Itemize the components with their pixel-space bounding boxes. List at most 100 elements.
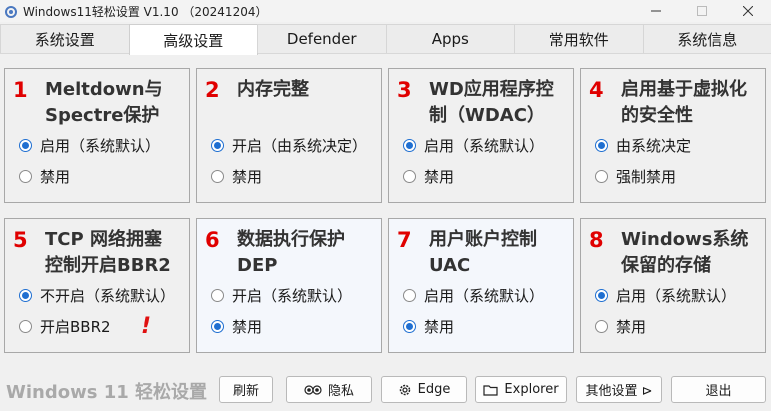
exit-button[interactable]: 退出 (671, 376, 766, 403)
radio-option-enable[interactable]: 开启（系统默认） (211, 285, 352, 306)
card-reserved-storage: 8 Windows系统 保留的存储 启用（系统默认） 禁用 (580, 218, 766, 353)
card-title-line1: Meltdown与 (45, 79, 163, 100)
privacy-button[interactable]: 隐私 (286, 376, 372, 403)
window-title: Windows11轻松设置 V1.10 （20241204） (23, 4, 268, 19)
folder-icon (483, 384, 499, 396)
radio-button[interactable] (211, 289, 224, 302)
card-title-line1: 用户账户控制 (429, 229, 537, 250)
radio-option-force-disable[interactable]: 强制禁用 (595, 166, 676, 187)
maximize-icon (697, 6, 707, 16)
option-label: 禁用 (424, 318, 455, 336)
card-uac: 7 用户账户控制 UAC 启用（系统默认） 禁用 (388, 218, 574, 353)
tab-system-settings[interactable]: 系统设置 (0, 24, 130, 53)
card-title-line2: Spectre保护 (45, 105, 160, 126)
radio-button[interactable] (595, 139, 608, 152)
minimize-icon (651, 10, 661, 12)
close-button[interactable] (725, 0, 771, 22)
other-settings-button[interactable]: 其他设置 ⊳ (576, 376, 662, 403)
radio-option-disable[interactable]: 禁用 (211, 316, 262, 337)
radio-option-disable[interactable]: 禁用 (403, 316, 454, 337)
option-label: 禁用 (616, 318, 647, 336)
radio-button[interactable] (403, 320, 416, 333)
radio-option-enable[interactable]: 启用（系统默认） (403, 135, 544, 156)
card-number: 3 (397, 78, 412, 102)
radio-option-disable[interactable]: 禁用 (595, 316, 646, 337)
radio-option-enable[interactable]: 启用（系统默认） (403, 285, 544, 306)
option-label: 由系统决定 (616, 137, 692, 155)
radio-option-system-decide[interactable]: 由系统决定 (595, 135, 691, 156)
radio-button[interactable] (403, 139, 416, 152)
tab-apps[interactable]: Apps (385, 24, 515, 53)
card-title-line2: 的安全性 (621, 105, 693, 126)
option-label: 启用（系统默认） (424, 137, 545, 155)
card-number: 8 (589, 228, 604, 252)
card-number: 2 (205, 78, 220, 102)
card-meltdown-spectre: 1 Meltdown与 Spectre保护 启用（系统默认） 禁用 (4, 68, 190, 203)
tab-advanced-settings[interactable]: 高级设置 (128, 24, 258, 55)
radio-option-bbr2[interactable]: 开启BBR2 (19, 316, 111, 337)
card-title-line2: UAC (429, 255, 471, 276)
card-title-line1: 启用基于虚拟化 (621, 79, 747, 100)
option-label: 禁用 (232, 318, 263, 336)
radio-button[interactable] (211, 139, 224, 152)
radio-button[interactable] (19, 139, 32, 152)
warning-icon: ! (141, 314, 152, 339)
option-label: 开启（由系统决定） (232, 137, 368, 155)
card-number: 5 (13, 228, 28, 252)
title-bar: Windows11轻松设置 V1.10 （20241204） (0, 0, 771, 22)
card-title-line2: 制（WDAC） (429, 105, 545, 126)
radio-button[interactable] (595, 170, 608, 183)
option-label: 禁用 (232, 168, 263, 186)
option-label: 不开启（系统默认） (40, 287, 176, 305)
radio-option-enable[interactable]: 开启（由系统决定） (211, 135, 367, 156)
radio-button[interactable] (211, 170, 224, 183)
card-title-line2: 保留的存储 (621, 255, 711, 276)
radio-button[interactable] (595, 289, 608, 302)
explorer-button[interactable]: Explorer (475, 376, 567, 403)
radio-button[interactable] (211, 320, 224, 333)
tab-defender[interactable]: Defender (257, 24, 387, 53)
tab-bar: 系统设置 高级设置 Defender Apps 常用软件 系统信息 (0, 24, 771, 55)
radio-button[interactable] (19, 289, 32, 302)
minimize-button[interactable] (633, 0, 679, 22)
eyes-icon (304, 384, 322, 396)
radio-option-disable[interactable]: 禁用 (19, 166, 70, 187)
option-label: 启用（系统默认） (40, 137, 161, 155)
card-dep: 6 数据执行保护 DEP 开启（系统默认） 禁用 (196, 218, 382, 353)
option-label: 禁用 (424, 168, 455, 186)
refresh-button[interactable]: 刷新 (219, 376, 273, 403)
radio-option-default[interactable]: 不开启（系统默认） (19, 285, 175, 306)
close-icon (743, 6, 753, 16)
card-vbs: 4 启用基于虚拟化 的安全性 由系统决定 强制禁用 (580, 68, 766, 203)
card-title-line2: 控制开启BBR2 (45, 255, 171, 276)
refresh-label: 刷新 (232, 384, 259, 399)
card-title-line1: 内存完整 (237, 79, 309, 100)
tab-common-software[interactable]: 常用软件 (514, 24, 644, 53)
radio-button[interactable] (19, 170, 32, 183)
radio-option-disable[interactable]: 禁用 (403, 166, 454, 187)
card-number: 6 (205, 228, 220, 252)
radio-button[interactable] (595, 320, 608, 333)
radio-button[interactable] (403, 289, 416, 302)
option-label: 开启（系统默认） (232, 287, 353, 305)
radio-option-disable[interactable]: 禁用 (211, 166, 262, 187)
edge-button[interactable]: Edge (381, 376, 467, 403)
card-memory-integrity: 2 内存完整 开启（由系统决定） 禁用 (196, 68, 382, 203)
card-number: 1 (13, 78, 28, 102)
radio-button[interactable] (19, 320, 32, 333)
privacy-label: 隐私 (327, 384, 354, 399)
radio-button[interactable] (403, 170, 416, 183)
brand-label: Windows 11 轻松设置 (6, 382, 208, 403)
radio-option-enable[interactable]: 启用（系统默认） (595, 285, 736, 306)
option-label: 开启BBR2 (40, 318, 111, 336)
tab-system-info[interactable]: 系统信息 (642, 24, 771, 53)
card-title-line1: WD应用程序控 (429, 79, 554, 100)
option-label: 启用（系统默认） (616, 287, 737, 305)
card-number: 4 (589, 78, 604, 102)
window-controls (633, 0, 771, 22)
gear-icon (398, 383, 412, 397)
radio-option-enable[interactable]: 启用（系统默认） (19, 135, 160, 156)
card-wdac: 3 WD应用程序控 制（WDAC） 启用（系统默认） 禁用 (388, 68, 574, 203)
card-title-line2: DEP (237, 255, 278, 276)
maximize-button[interactable] (679, 0, 725, 22)
